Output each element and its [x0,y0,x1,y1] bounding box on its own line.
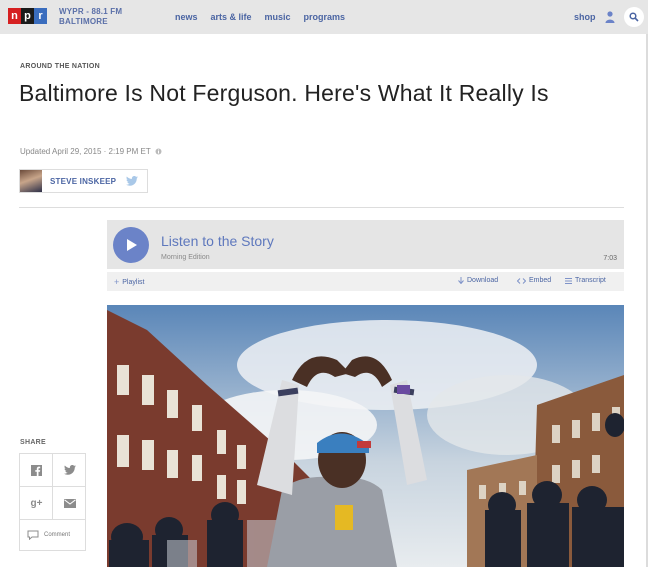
program-name[interactable]: Morning Edition [161,254,210,261]
embed-icon [517,277,526,284]
user-icon[interactable] [605,11,615,23]
comment-label: Comment [44,532,71,538]
logo-letter-n: n [8,8,21,24]
nav-news[interactable]: news [175,12,198,22]
play-button[interactable] [113,227,149,263]
download-button[interactable]: Download [458,277,498,284]
station-name[interactable]: WYPR - 88.1 FM BALTIMORE [59,7,122,27]
article-headline: Baltimore Is Not Ferguson. Here's What I… [19,80,549,106]
comment-button[interactable]: Comment [20,520,85,550]
author-byline: STEVE INSKEEP [19,169,148,193]
twitter-share-icon [63,465,76,475]
audio-player: Listen to the Story Morning Edition 7:03 [107,220,624,269]
main-nav: news arts & life music programs [175,12,345,22]
section-label[interactable]: AROUND THE NATION [20,63,100,70]
twitter-share-button[interactable] [53,454,86,486]
share-label: SHARE [20,439,47,446]
npr-logo[interactable]: n p r [8,8,47,24]
embed-button[interactable]: Embed [517,277,551,284]
search-icon [629,12,639,22]
playlist-button[interactable]: + Playlist [114,277,144,287]
plus-icon: + [114,277,120,287]
player-toolbar: + Playlist Download Embed Transcript [107,272,624,291]
google-plus-icon: g+ [30,497,43,509]
header-divider [19,207,624,208]
email-share-button[interactable] [53,487,86,519]
google-plus-share-button[interactable]: g+ [20,487,53,519]
lead-photo[interactable] [107,305,624,567]
facebook-icon [31,464,42,476]
author-avatar[interactable] [20,170,42,192]
play-icon [127,239,137,251]
site-header: n p r WYPR - 88.1 FM BALTIMORE news arts… [0,0,648,34]
download-icon [458,277,464,284]
playlist-label: Playlist [122,278,145,286]
photo-illustration [107,305,624,567]
nav-programs[interactable]: programs [304,12,346,22]
search-button[interactable] [624,7,644,27]
station-frequency: WYPR - 88.1 FM [59,7,123,16]
download-label: Download [467,277,499,284]
transcript-icon [565,277,572,284]
station-city: BALTIMORE [59,17,108,26]
transcript-label: Transcript [575,277,606,284]
facebook-share-button[interactable] [20,454,53,486]
nav-arts-life[interactable]: arts & life [211,12,252,22]
updated-timestamp: Updated April 29, 2015 · 2:19 PM ET [20,147,162,156]
shop-link[interactable]: shop [574,12,596,22]
updated-text: Updated April 29, 2015 · 2:19 PM ET [20,147,151,156]
audio-duration: 7:03 [603,255,617,262]
email-icon [63,498,76,508]
author-name[interactable]: STEVE INSKEEP [50,177,116,186]
embed-label: Embed [529,277,552,284]
nav-music[interactable]: music [265,12,291,22]
comment-icon [27,530,39,540]
twitter-icon[interactable] [126,176,139,186]
logo-letter-r: r [34,8,47,24]
transcript-button[interactable]: Transcript [565,277,606,284]
listen-title[interactable]: Listen to the Story [161,233,274,249]
share-panel: g+ Comment [19,453,86,551]
logo-letter-p: p [21,8,34,24]
info-icon[interactable] [155,148,162,155]
